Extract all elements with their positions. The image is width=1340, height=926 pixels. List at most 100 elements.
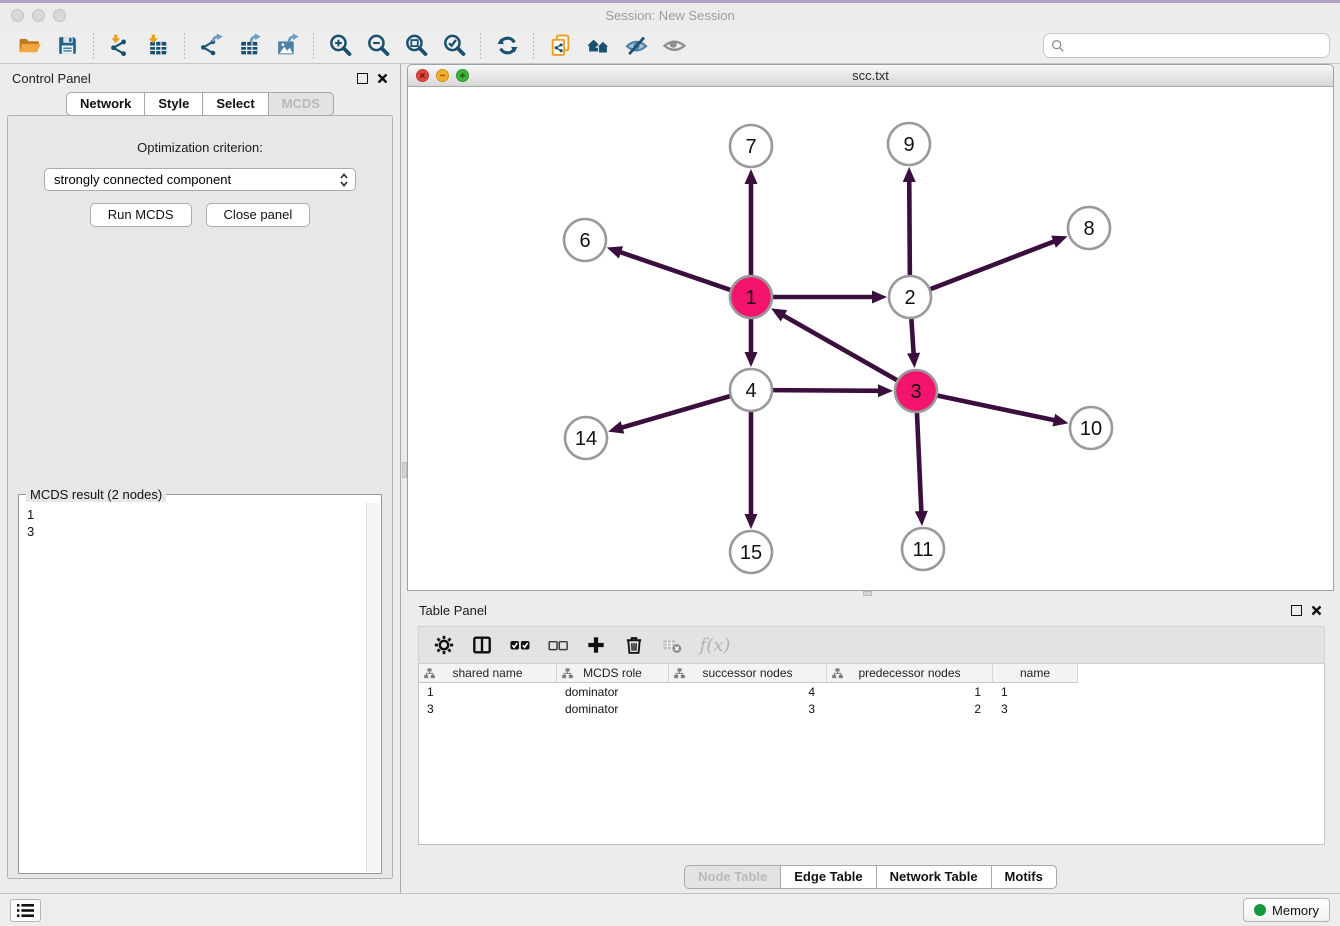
- edge-2-3[interactable]: [907, 318, 920, 368]
- graph-node-3[interactable]: 3: [895, 370, 937, 412]
- graph-node-9[interactable]: 9: [888, 123, 930, 165]
- column-header-successor-nodes[interactable]: successor nodes: [669, 664, 827, 683]
- zoom-in-button[interactable]: [321, 31, 359, 61]
- show-all-button[interactable]: [655, 31, 693, 61]
- deselect-all-button[interactable]: [541, 630, 575, 660]
- cell-shared-name[interactable]: 3: [419, 700, 557, 717]
- add-column-button[interactable]: [579, 630, 613, 660]
- tab-style[interactable]: Style: [144, 92, 203, 116]
- graph-node-8[interactable]: 8: [1068, 207, 1110, 249]
- network-maximize-button[interactable]: [456, 69, 469, 82]
- node-table[interactable]: shared nameMCDS rolesuccessor nodesprede…: [418, 664, 1325, 845]
- graph-node-14[interactable]: 14: [565, 417, 607, 459]
- open-session-button[interactable]: [10, 31, 48, 61]
- edge-4-3[interactable]: [772, 384, 893, 397]
- graph-node-10[interactable]: 10: [1070, 407, 1112, 449]
- edge-1-7[interactable]: [745, 169, 758, 276]
- export-network-button[interactable]: [192, 31, 230, 61]
- zoom-selected-button[interactable]: [435, 31, 473, 61]
- network-canvas[interactable]: 7 9 6 8 1 2 4 3 14 10 15 11: [408, 87, 1333, 590]
- search-box[interactable]: [1043, 33, 1330, 58]
- column-header-predecessor-nodes[interactable]: predecessor nodes: [827, 664, 993, 683]
- edge-arrowhead: [1052, 414, 1068, 427]
- cell-name[interactable]: 3: [993, 700, 1078, 717]
- cell-shared-name[interactable]: 1: [419, 683, 557, 700]
- edge-3-10[interactable]: [937, 395, 1069, 426]
- float-panel-icon[interactable]: [1291, 605, 1302, 616]
- minimize-window-button[interactable]: [32, 9, 45, 22]
- edge-4-14[interactable]: [608, 396, 731, 434]
- tab-network-table[interactable]: Network Table: [876, 865, 992, 889]
- search-input[interactable]: [1070, 38, 1322, 53]
- task-history-button[interactable]: [10, 899, 41, 922]
- cell-predecessor-nodes[interactable]: 2: [827, 700, 993, 717]
- edge-arrowhead: [745, 514, 758, 529]
- home-button[interactable]: [579, 31, 617, 61]
- tab-select[interactable]: Select: [202, 92, 268, 116]
- network-window-titlebar[interactable]: scc.txt: [408, 65, 1333, 87]
- select-all-button[interactable]: [503, 630, 537, 660]
- cell-successor-nodes[interactable]: 3: [669, 700, 827, 717]
- tab-edge-table[interactable]: Edge Table: [780, 865, 876, 889]
- refresh-button[interactable]: [488, 31, 526, 61]
- graph-node-15[interactable]: 15: [730, 531, 772, 573]
- graph-node-4[interactable]: 4: [730, 369, 772, 411]
- split-view-button[interactable]: [465, 630, 499, 660]
- save-session-button[interactable]: [48, 31, 86, 61]
- export-table-button[interactable]: [230, 31, 268, 61]
- edge-1-4[interactable]: [745, 318, 758, 367]
- network-minimize-button[interactable]: [436, 69, 449, 82]
- graph-node-1[interactable]: 1: [730, 276, 772, 318]
- close-panel-button[interactable]: Close panel: [206, 203, 311, 227]
- edge-2-9[interactable]: [903, 167, 916, 276]
- tab-motifs[interactable]: Motifs: [991, 865, 1057, 889]
- import-network-button[interactable]: [101, 31, 139, 61]
- edge-3-11[interactable]: [915, 412, 928, 526]
- hide-selected-button[interactable]: [617, 31, 655, 61]
- delete-column-button[interactable]: [617, 630, 651, 660]
- edge-4-15[interactable]: [745, 411, 758, 529]
- cell-predecessor-nodes[interactable]: 1: [827, 683, 993, 700]
- column-header-MCDS-role[interactable]: MCDS role: [557, 664, 669, 683]
- mcds-result-textarea[interactable]: 13: [20, 503, 380, 872]
- cell-MCDS-role[interactable]: dominator: [557, 683, 669, 700]
- result-scrollbar[interactable]: [366, 503, 380, 872]
- graph-node-2[interactable]: 2: [889, 276, 931, 318]
- column-header-name[interactable]: name: [993, 664, 1078, 683]
- copy-network-button[interactable]: [541, 31, 579, 61]
- graph-node-11[interactable]: 11: [902, 528, 944, 570]
- float-panel-icon[interactable]: [357, 73, 368, 84]
- node-label: 14: [575, 428, 597, 450]
- memory-status-dot: [1254, 904, 1266, 916]
- zoom-fit-button[interactable]: [397, 31, 435, 61]
- graph-node-6[interactable]: 6: [564, 219, 606, 261]
- table-row[interactable]: 3dominator323: [419, 700, 1324, 717]
- tab-node-table[interactable]: Node Table: [684, 865, 781, 889]
- network-close-button[interactable]: [416, 69, 429, 82]
- tab-mcds[interactable]: MCDS: [268, 92, 334, 116]
- edge-1-2[interactable]: [772, 291, 887, 304]
- function-builder-icon: f(x): [696, 635, 735, 656]
- zoom-window-button[interactable]: [53, 9, 66, 22]
- column-header-shared-name[interactable]: shared name: [419, 664, 557, 683]
- settings-button[interactable]: [427, 630, 461, 660]
- import-table-button[interactable]: [139, 31, 177, 61]
- toolbar-separator: [184, 33, 185, 59]
- memory-button[interactable]: Memory: [1243, 898, 1330, 922]
- edge-1-6[interactable]: [607, 246, 731, 290]
- cell-MCDS-role[interactable]: dominator: [557, 700, 669, 717]
- graph-node-7[interactable]: 7: [730, 125, 772, 167]
- run-mcds-button[interactable]: Run MCDS: [90, 203, 192, 227]
- close-window-button[interactable]: [11, 9, 24, 22]
- close-panel-icon[interactable]: [377, 73, 388, 84]
- zoom-out-button[interactable]: [359, 31, 397, 61]
- edge-3-1[interactable]: [771, 308, 898, 380]
- optimization-criterion-select[interactable]: strongly connected component: [44, 168, 356, 191]
- cell-successor-nodes[interactable]: 4: [669, 683, 827, 700]
- edge-2-8[interactable]: [930, 236, 1068, 290]
- table-row[interactable]: 1dominator411: [419, 683, 1324, 700]
- close-panel-icon[interactable]: [1311, 605, 1322, 616]
- tab-network[interactable]: Network: [66, 92, 145, 116]
- export-image-button[interactable]: [268, 31, 306, 61]
- cell-name[interactable]: 1: [993, 683, 1078, 700]
